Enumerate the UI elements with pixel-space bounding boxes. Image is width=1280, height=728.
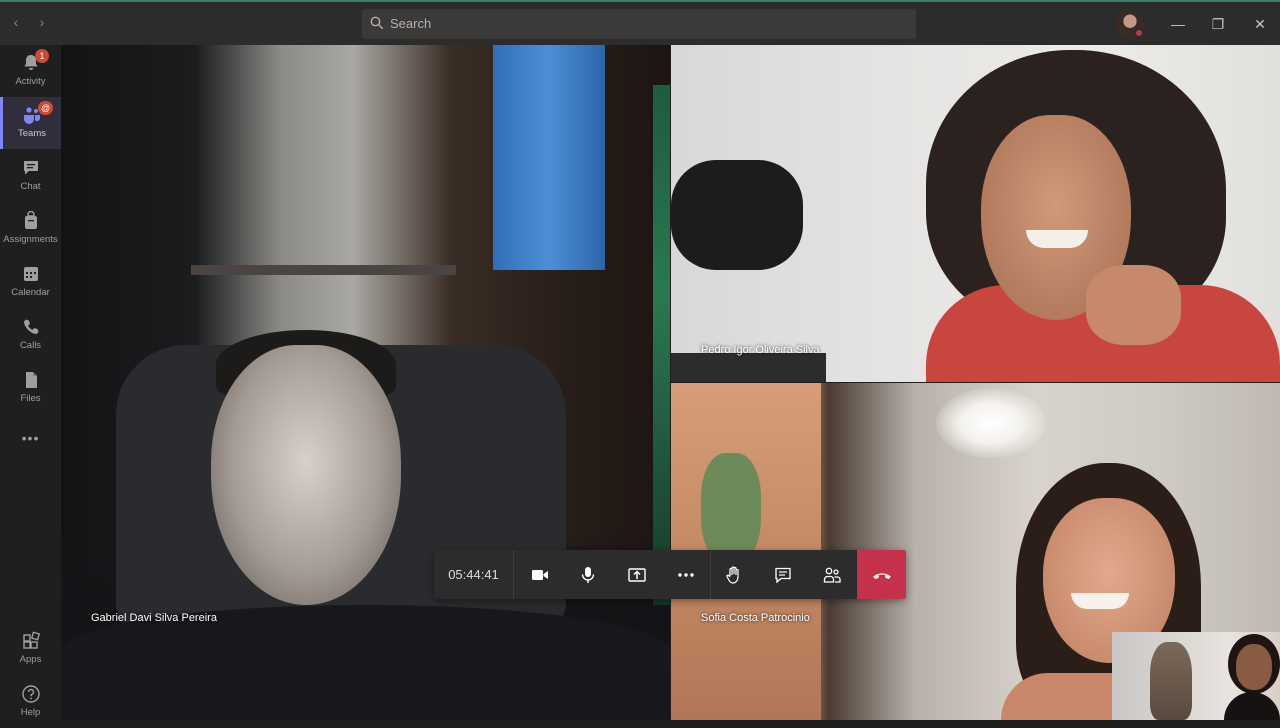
share-screen-button[interactable] bbox=[613, 550, 661, 599]
chat-icon bbox=[23, 161, 38, 175]
participants-button[interactable] bbox=[808, 550, 856, 599]
rail-item-teams[interactable]: @ Teams bbox=[0, 97, 61, 149]
rail-item-assignments[interactable]: Assignments bbox=[0, 203, 61, 255]
participant-name-pedro: Pedro Igor Oliveira Silva bbox=[701, 344, 820, 356]
video-background bbox=[493, 45, 605, 270]
status-indicator bbox=[1134, 28, 1144, 38]
share-screen-icon bbox=[628, 567, 646, 582]
participant-video bbox=[1236, 644, 1272, 690]
restore-icon[interactable]: ❐ bbox=[1208, 14, 1228, 34]
participants-icon bbox=[823, 567, 841, 583]
video-background bbox=[671, 353, 826, 382]
help-icon bbox=[21, 685, 40, 703]
back-arrow-icon[interactable]: ‹ bbox=[8, 14, 24, 30]
call-controls-bar: 05:44:41 bbox=[434, 550, 906, 599]
search-box[interactable] bbox=[362, 9, 916, 39]
hang-up-button[interactable] bbox=[857, 550, 906, 599]
rail-item-calls[interactable]: Calls bbox=[0, 309, 61, 361]
rail-item-activity[interactable]: 1 Activity bbox=[0, 45, 61, 97]
more-options-button[interactable] bbox=[662, 550, 710, 599]
video-background bbox=[936, 388, 1046, 458]
rail-label: Chat bbox=[20, 181, 41, 192]
participant-name-gabriel: Gabriel Davi Silva Pereira bbox=[91, 612, 217, 624]
microphone-button[interactable] bbox=[564, 550, 612, 599]
more-options-icon bbox=[678, 572, 694, 577]
conversation-button[interactable] bbox=[759, 550, 807, 599]
files-icon bbox=[25, 372, 37, 388]
search-input[interactable] bbox=[390, 9, 890, 39]
video-background bbox=[671, 160, 803, 270]
close-icon[interactable]: ✕ bbox=[1250, 14, 1270, 34]
raise-hand-button[interactable] bbox=[710, 550, 758, 599]
rail-item-calendar[interactable]: Calendar bbox=[0, 256, 61, 308]
self-video-preview[interactable] bbox=[1112, 632, 1280, 720]
rail-item-apps[interactable]: Apps bbox=[0, 623, 61, 675]
apps-icon bbox=[22, 631, 40, 649]
camera-button[interactable] bbox=[516, 550, 564, 599]
raise-hand-icon bbox=[726, 565, 739, 584]
calendar-icon bbox=[23, 267, 38, 281]
participant-video bbox=[211, 345, 401, 605]
video-background bbox=[1150, 642, 1192, 720]
participant-video bbox=[1071, 593, 1129, 609]
minimize-icon[interactable]: — bbox=[1168, 14, 1188, 34]
participant-name-sofia: Sofia Costa Patrocinio bbox=[701, 612, 810, 624]
video-background bbox=[653, 85, 670, 605]
forward-arrow-icon[interactable]: › bbox=[34, 14, 50, 30]
search-icon bbox=[370, 16, 384, 30]
microphone-icon bbox=[581, 566, 595, 583]
video-tile-gabriel[interactable]: Gabriel Davi Silva Pereira bbox=[61, 45, 670, 720]
phone-icon bbox=[23, 319, 38, 334]
assignments-icon bbox=[24, 211, 37, 229]
activity-badge: 1 bbox=[35, 49, 49, 63]
rail-label: Activity bbox=[15, 76, 46, 87]
rail-label: Calls bbox=[19, 340, 42, 351]
video-background bbox=[191, 265, 456, 275]
video-tile-pedro[interactable]: Pedro Igor Oliveira Silva bbox=[671, 45, 1280, 382]
title-bar: ‹ › — ❐ ✕ bbox=[0, 0, 1280, 45]
participant-video bbox=[1026, 230, 1088, 248]
video-background bbox=[701, 453, 761, 563]
rail-label: Teams bbox=[18, 128, 46, 139]
rail-label: Assignments bbox=[3, 234, 58, 245]
rail-label: Apps bbox=[19, 654, 42, 665]
teams-badge: @ bbox=[38, 101, 54, 115]
app-bar: 1 Activity @ Teams Chat Assignments Cale… bbox=[0, 45, 61, 720]
camera-icon bbox=[532, 569, 548, 580]
rail-item-chat[interactable]: Chat bbox=[0, 150, 61, 202]
rail-label: Calendar bbox=[11, 287, 50, 298]
rail-item-help[interactable]: Help bbox=[0, 676, 61, 728]
hang-up-icon bbox=[872, 572, 891, 579]
participant-video bbox=[1086, 265, 1181, 345]
rail-item-files[interactable]: Files bbox=[0, 362, 61, 414]
rail-label: Help bbox=[20, 707, 41, 718]
participant-video bbox=[1224, 692, 1280, 720]
rail-label: Files bbox=[20, 393, 41, 404]
call-timer: 05:44:41 bbox=[434, 550, 514, 599]
conversation-icon bbox=[775, 567, 791, 583]
more-apps-button[interactable]: ••• bbox=[0, 423, 61, 453]
